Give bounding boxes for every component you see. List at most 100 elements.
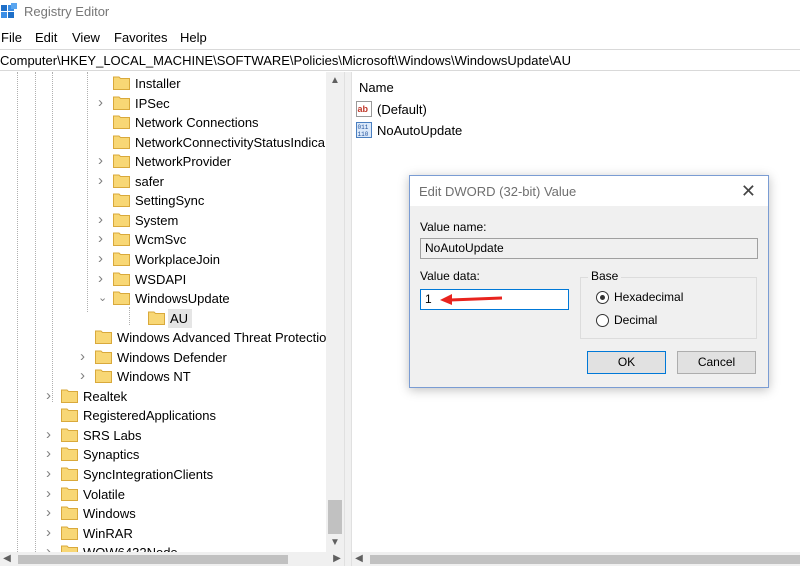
chevron-right-icon[interactable]: › — [46, 525, 56, 540]
tree-item-label: SyncIntegrationClients — [83, 467, 214, 482]
value-name: NoAutoUpdate — [377, 123, 463, 138]
tree-item-label: Realtek — [83, 388, 128, 404]
address-path: Computer\HKEY_LOCAL_MACHINE\SOFTWARE\Pol… — [0, 53, 571, 68]
chevron-right-icon[interactable]: › — [98, 212, 108, 227]
tree-item[interactable]: › Windows Defender — [0, 348, 326, 367]
values-horizontal-scrollbar[interactable]: ◀ — [352, 552, 800, 566]
tree-item[interactable]: › Windows NT — [0, 367, 326, 386]
tree-item[interactable]: ⌄ WindowsUpdate — [0, 289, 326, 308]
tree-item[interactable]: › Realtek — [0, 387, 326, 406]
chevron-right-icon[interactable]: › — [98, 173, 108, 188]
tree-item-label: Windows — [83, 506, 136, 522]
tree-item[interactable]: › SRS Labs — [0, 426, 326, 445]
scroll-left-icon[interactable]: ◀ — [352, 552, 366, 566]
scroll-thumb[interactable] — [370, 555, 800, 564]
chevron-right-icon[interactable]: › — [98, 153, 108, 168]
folder-icon — [95, 369, 112, 384]
folder-icon — [61, 526, 78, 540]
column-header-name[interactable]: Name — [359, 80, 394, 95]
tree-item-label: WinRAR — [83, 525, 133, 541]
folder-icon — [113, 291, 130, 306]
dialog-title-bar[interactable]: Edit DWORD (32-bit) Value ✕ — [410, 176, 768, 206]
tree-item[interactable]: › WcmSvc — [0, 230, 326, 249]
tree-item[interactable]: › WinRAR — [0, 524, 326, 543]
menu-edit[interactable]: Edit — [35, 30, 57, 45]
chevron-right-icon[interactable]: › — [46, 466, 56, 481]
chevron-right-icon[interactable]: › — [98, 251, 108, 266]
tree-horizontal-scrollbar[interactable]: ◀ ▶ — [0, 552, 344, 566]
menu-help[interactable]: Help — [180, 30, 207, 45]
radio-circle — [596, 291, 609, 304]
menu-favorites[interactable]: Favorites — [114, 30, 167, 45]
chevron-right-icon[interactable]: › — [46, 388, 56, 403]
folder-icon — [113, 272, 130, 286]
pane-splitter[interactable] — [344, 72, 352, 566]
tree-item[interactable]: › NetworkProvider — [0, 152, 326, 171]
tree-item[interactable]: Installer — [0, 74, 326, 93]
tree-item[interactable]: › safer — [0, 172, 326, 191]
svg-text:011: 011 — [358, 124, 369, 131]
folder-icon — [61, 389, 78, 403]
chevron-down-icon[interactable]: ⌄ — [98, 292, 108, 304]
tree-item-label: WorkplaceJoin — [135, 251, 221, 267]
value-data-label: Value data: — [420, 269, 480, 283]
tree-vertical-scrollbar[interactable]: ▲ ▼ — [326, 72, 344, 552]
folder-icon — [61, 428, 78, 442]
folder-icon — [113, 174, 130, 188]
tree-item[interactable]: › Synaptics — [0, 445, 326, 464]
scroll-right-icon[interactable]: ▶ — [330, 552, 344, 566]
base-label: Base — [588, 269, 622, 283]
annotation-arrow-icon — [440, 294, 503, 305]
scroll-down-icon[interactable]: ▼ — [326, 534, 344, 552]
tree-item[interactable]: › Volatile — [0, 485, 326, 504]
menu-file[interactable]: File — [1, 30, 22, 45]
tree-item-label: WindowsUpdate — [135, 291, 230, 307]
tree-item[interactable]: › SyncIntegrationClients — [0, 465, 326, 484]
key-tree[interactable]: Installer › IPSec Network Connections Networ… — [0, 72, 344, 566]
value-name-field: NoAutoUpdate — [420, 238, 758, 259]
chevron-right-icon[interactable]: › — [46, 505, 56, 520]
chevron-right-icon[interactable]: › — [98, 271, 108, 286]
radio-label: Decimal — [614, 313, 658, 327]
tree-item-label: Volatile — [83, 486, 125, 502]
folder-icon — [61, 506, 78, 521]
tree-item[interactable]: NetworkConnectivityStatusIndica — [0, 133, 326, 152]
tree-item[interactable]: AU — [0, 308, 326, 328]
tree-item[interactable]: RegisteredApplications — [0, 406, 326, 425]
tree-item[interactable]: › IPSec — [0, 94, 326, 113]
chevron-right-icon[interactable]: › — [46, 427, 56, 442]
registry-editor-icon — [1, 3, 17, 18]
tree-item[interactable]: › WSDAPI — [0, 270, 326, 289]
close-icon[interactable]: ✕ — [741, 181, 756, 202]
chevron-right-icon[interactable]: › — [46, 446, 56, 461]
tree-item[interactable]: SettingSync — [0, 191, 326, 210]
tree-item-label: NetworkProvider — [135, 154, 232, 170]
ok-button[interactable]: OK — [587, 351, 666, 374]
chevron-right-icon[interactable]: › — [46, 486, 56, 501]
tree-item[interactable]: Network Connections — [0, 113, 326, 132]
chevron-right-icon[interactable]: › — [80, 368, 90, 383]
scroll-left-icon[interactable]: ◀ — [0, 552, 14, 566]
dword-value-icon: 011 110 — [356, 122, 372, 138]
address-bar[interactable]: Computer\HKEY_LOCAL_MACHINE\SOFTWARE\Pol… — [0, 49, 800, 71]
scroll-up-icon[interactable]: ▲ — [326, 72, 344, 90]
menu-view[interactable]: View — [72, 30, 100, 45]
value-data-text: 1 — [425, 292, 432, 306]
cancel-button[interactable]: Cancel — [677, 351, 756, 374]
tree-item-label: Synaptics — [83, 447, 140, 463]
tree-item[interactable]: › Windows — [0, 504, 326, 523]
folder-icon — [113, 252, 130, 266]
chevron-right-icon[interactable]: › — [80, 349, 90, 364]
scroll-thumb[interactable] — [328, 500, 342, 534]
menu-bar: File Edit View Favorites Help — [0, 27, 800, 48]
value-name: (Default) — [377, 102, 427, 117]
tree-item[interactable]: › WorkplaceJoin — [0, 250, 326, 269]
base-groupbox — [580, 277, 757, 339]
svg-text:ab: ab — [358, 104, 369, 114]
tree-item[interactable]: › System — [0, 211, 326, 230]
chevron-right-icon[interactable]: › — [98, 95, 108, 110]
tree-item[interactable]: Windows Advanced Threat Protectio — [0, 328, 326, 347]
chevron-right-icon[interactable]: › — [98, 231, 108, 246]
folder-icon — [61, 447, 78, 462]
scroll-thumb[interactable] — [18, 555, 288, 564]
